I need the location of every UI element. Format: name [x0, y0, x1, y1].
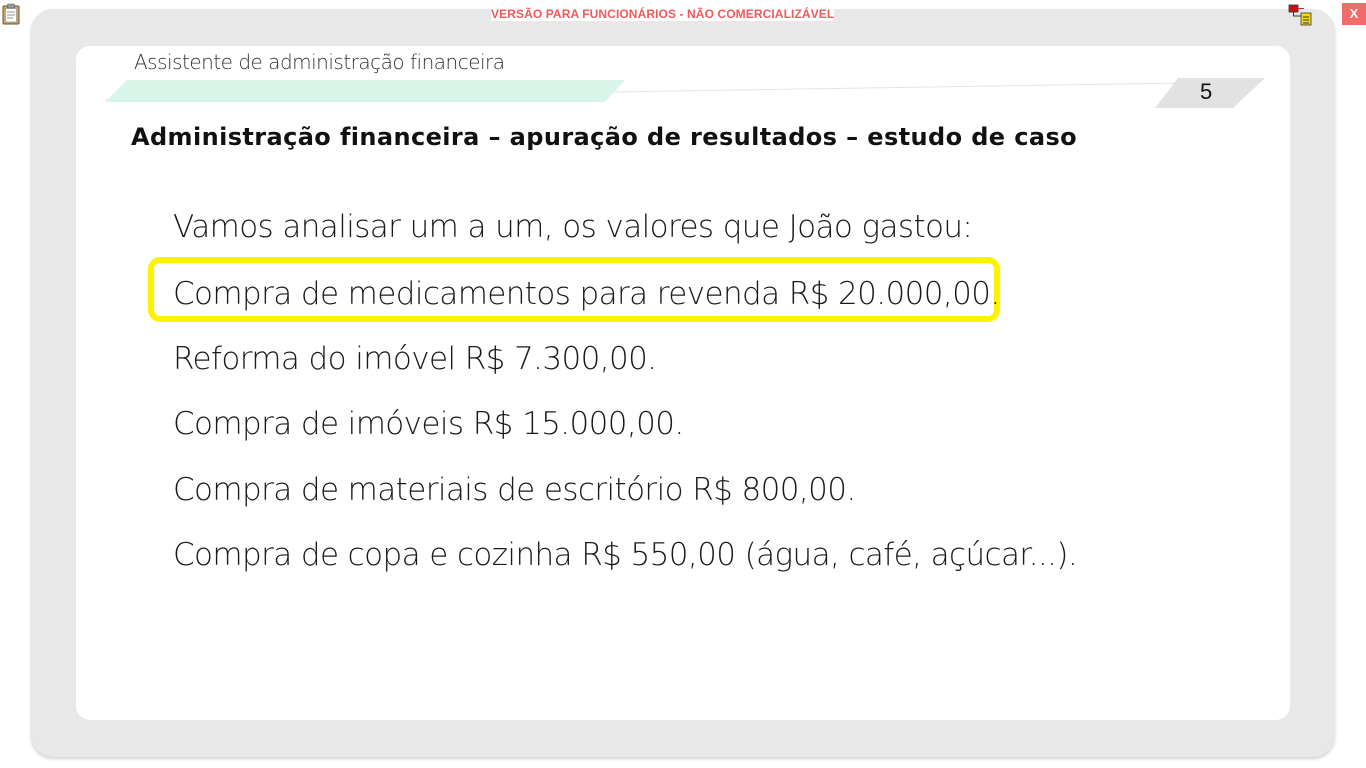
expense-item: Compra de materiais de escritório R$ 800… — [173, 472, 856, 508]
header-decoration — [105, 78, 1265, 108]
close-button[interactable]: X — [1342, 3, 1366, 25]
expense-item: Compra de copa e cozinha R$ 550,00 (água… — [173, 537, 1078, 573]
slide-heading: Administração financeira – apuração de r… — [131, 123, 1078, 151]
clipboard-icon[interactable] — [2, 3, 20, 25]
intro-text: Vamos analisar um a um, os valores que J… — [173, 209, 973, 245]
staff-version-banner: VERSÃO PARA FUNCIONÁRIOS - NÃO COMERCIAL… — [491, 7, 835, 21]
expense-item: Compra de imóveis R$ 15.000,00. — [173, 406, 684, 442]
expense-item: Reforma do imóvel R$ 7.300,00. — [173, 341, 657, 377]
navigation-tree-icon[interactable] — [1288, 4, 1312, 26]
page-number: 5 — [1200, 79, 1213, 104]
expense-item: Compra de medicamentos para revenda R$ 2… — [173, 276, 1000, 312]
module-title: Assistente de administração financeira — [134, 50, 505, 74]
